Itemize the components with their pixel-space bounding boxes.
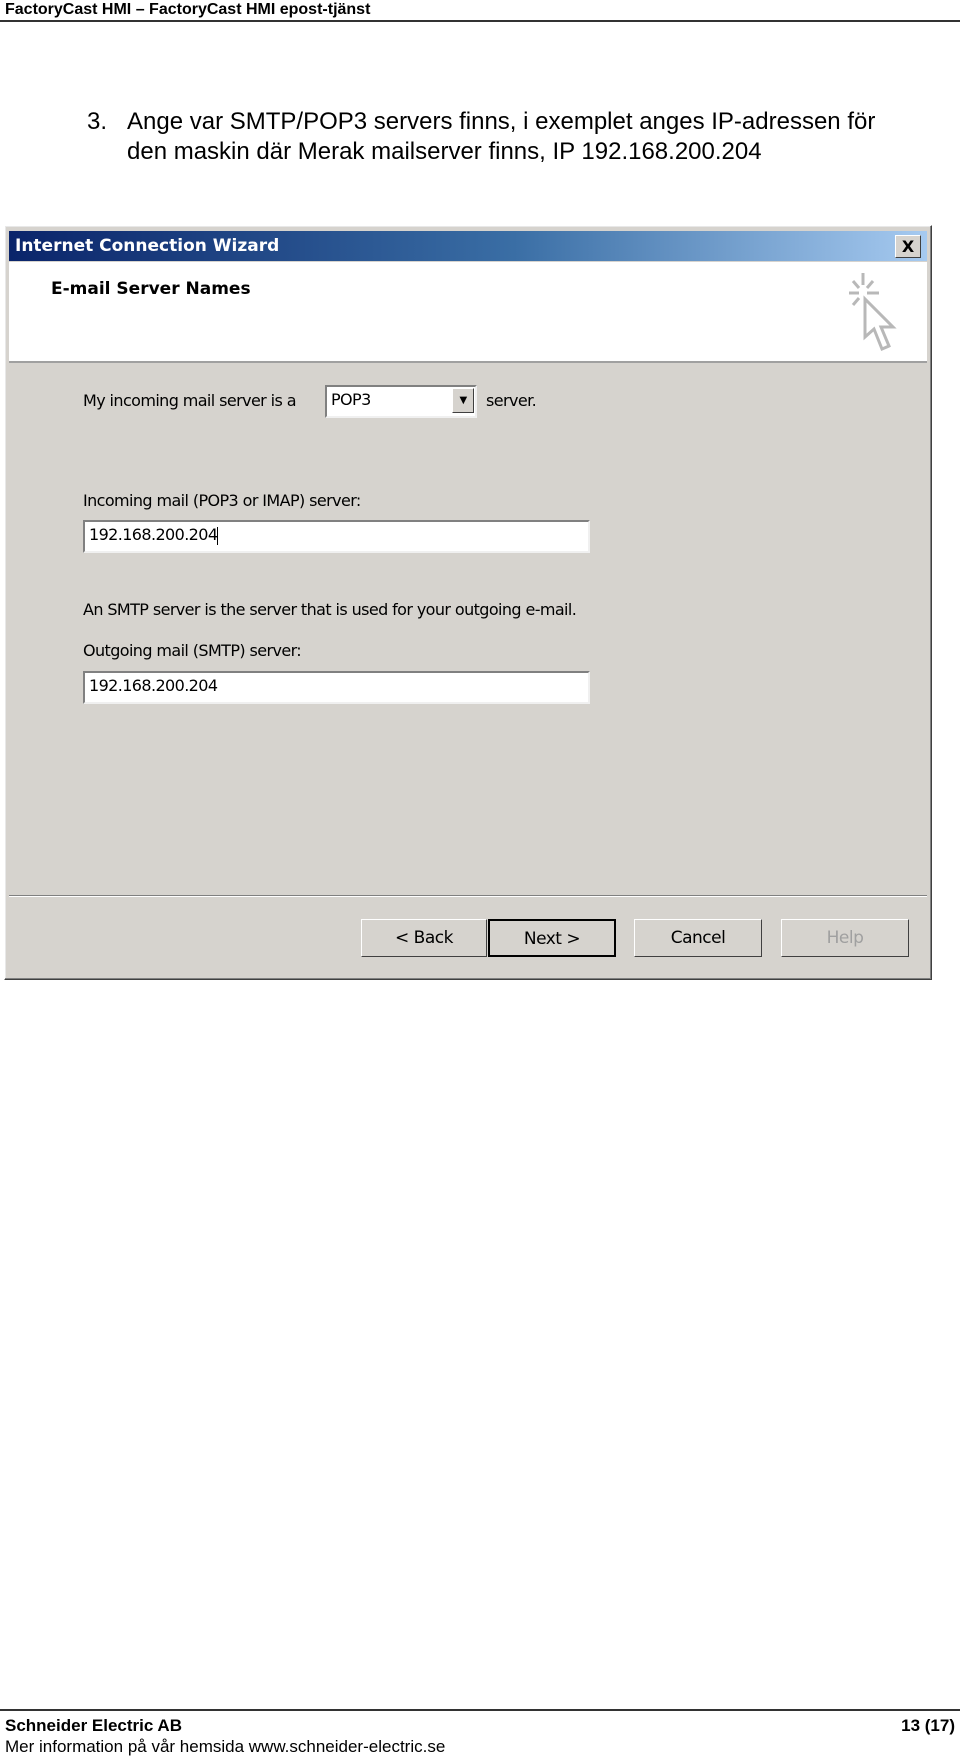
internet-connection-wizard-dialog: Internet Connection Wizard X E-mail Serv…	[4, 225, 932, 980]
chevron-down-icon[interactable]: ▼	[452, 388, 474, 413]
wizard-header: E-mail Server Names	[9, 262, 927, 363]
wizard-cursor-icon	[849, 273, 897, 351]
wizard-page-title: E-mail Server Names	[51, 279, 251, 299]
footer-divider	[0, 1709, 960, 1711]
server-type-label: My incoming mail server is a	[83, 391, 297, 410]
outgoing-server-label: Outgoing mail (SMTP) server:	[83, 641, 302, 660]
help-button: Help	[781, 919, 909, 957]
dialog-titlebar[interactable]: Internet Connection Wizard X	[9, 231, 927, 261]
smtp-description: An SMTP server is the server that is use…	[83, 600, 577, 619]
footer-info: Mer information på vår hemsida www.schne…	[5, 1737, 446, 1756]
close-button[interactable]: X	[895, 235, 921, 258]
cancel-button[interactable]: Cancel	[634, 919, 762, 957]
incoming-server-input[interactable]: 192.168.200.204	[83, 520, 590, 553]
page-number: 13 (17)	[901, 1716, 955, 1735]
server-type-value: POP3	[331, 390, 371, 409]
server-type-select[interactable]: POP3 ▼	[325, 385, 477, 418]
next-button[interactable]: Next >	[488, 919, 616, 957]
back-button[interactable]: < Back	[361, 919, 487, 957]
button-divider	[9, 895, 927, 897]
footer-company: Schneider Electric AB	[5, 1716, 182, 1735]
outgoing-server-input[interactable]: 192.168.200.204	[83, 671, 590, 704]
document-header-title: FactoryCast HMI – FactoryCast HMI epost-…	[5, 1, 371, 18]
server-type-suffix: server.	[486, 391, 537, 410]
incoming-server-label: Incoming mail (POP3 or IMAP) server:	[83, 491, 361, 510]
header-divider	[0, 20, 960, 22]
dialog-title: Internet Connection Wizard	[15, 236, 280, 256]
instruction-line-1: Ange var SMTP/POP3 servers finns, i exem…	[127, 108, 876, 135]
incoming-server-value: 192.168.200.204	[89, 525, 218, 544]
text-caret	[217, 526, 219, 545]
instruction-line-2: den maskin där Merak mailserver finns, I…	[127, 138, 762, 165]
step-number: 3.	[87, 108, 108, 135]
outgoing-server-value: 192.168.200.204	[89, 676, 218, 695]
